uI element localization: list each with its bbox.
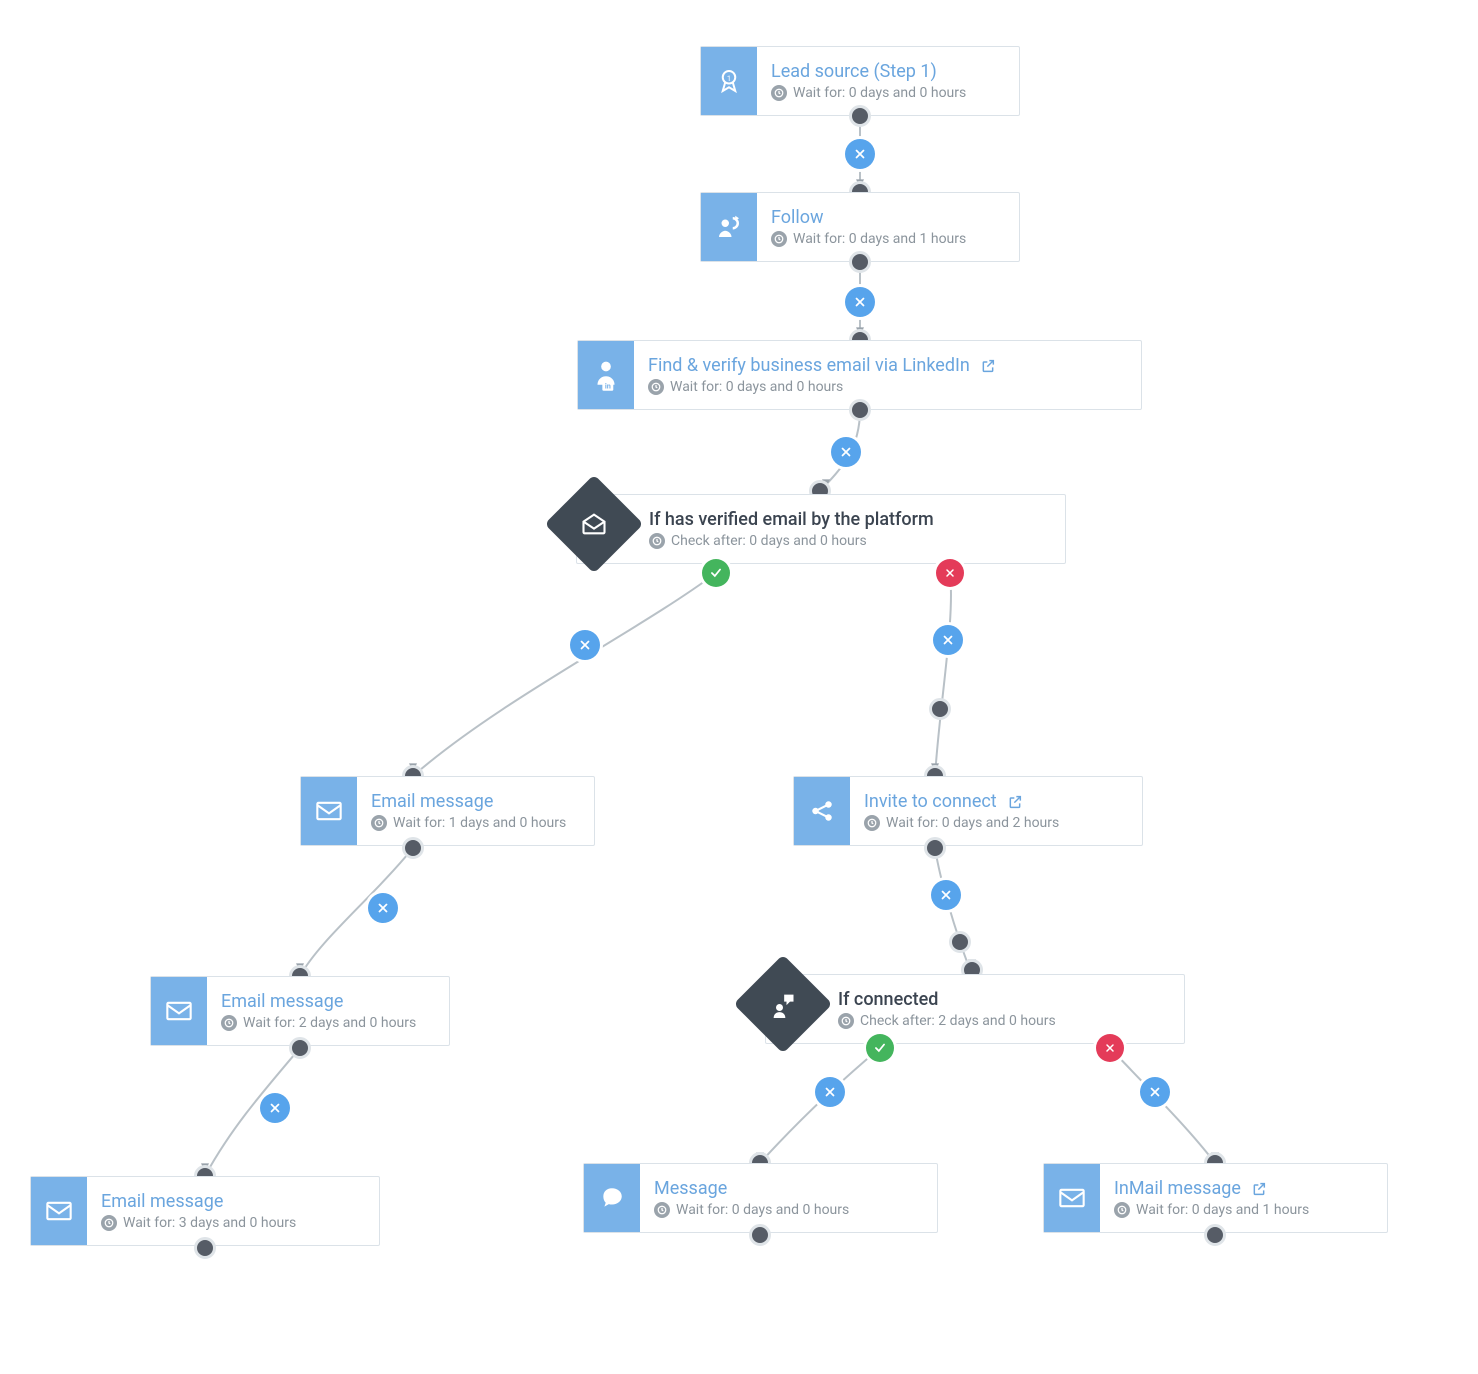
clock-icon (838, 1013, 854, 1029)
node-title: InMail message (1114, 1178, 1241, 1201)
delete-edge-button[interactable] (845, 139, 875, 169)
external-link-icon[interactable] (1251, 1181, 1267, 1197)
port-out[interactable] (1204, 1224, 1226, 1246)
node-subtitle: Wait for: 0 days and 1 hours (1136, 1202, 1309, 1218)
external-link-icon[interactable] (980, 358, 996, 374)
node-title: Lead source (Step 1) (771, 61, 937, 84)
condition-yes-badge[interactable] (702, 559, 730, 587)
node-subtitle: Wait for: 0 days and 0 hours (793, 85, 966, 101)
node-invite-to-connect[interactable]: Invite to connect Wait for: 0 days and 2… (793, 776, 1143, 846)
condition-no-badge[interactable] (936, 559, 964, 587)
node-email-2[interactable]: Email message Wait for: 2 days and 0 hou… (150, 976, 450, 1046)
node-subtitle: Wait for: 0 days and 2 hours (886, 815, 1059, 831)
clock-icon (101, 1215, 117, 1231)
delete-edge-button[interactable] (1140, 1077, 1170, 1107)
port-out[interactable] (749, 1224, 771, 1246)
port-out[interactable] (924, 837, 946, 859)
delete-edge-button[interactable] (831, 437, 861, 467)
delete-edge-button[interactable] (260, 1093, 290, 1123)
node-subtitle: Wait for: 1 days and 0 hours (393, 815, 566, 831)
node-subtitle: Wait for: 0 days and 0 hours (670, 379, 843, 395)
external-link-icon[interactable] (1007, 794, 1023, 810)
port-out[interactable] (849, 105, 871, 127)
envelope-icon (301, 777, 357, 845)
delete-edge-button[interactable] (931, 880, 961, 910)
node-title: Find & verify business email via LinkedI… (648, 355, 970, 378)
envelope-icon (151, 977, 207, 1045)
clock-icon (371, 815, 387, 831)
node-title: If has verified email by the platform (649, 509, 934, 532)
node-email-3[interactable]: Email message Wait for: 3 days and 0 hou… (30, 1176, 380, 1246)
share-icon (794, 777, 850, 845)
delete-edge-button[interactable] (933, 625, 963, 655)
port-out[interactable] (194, 1237, 216, 1259)
delete-edge-button[interactable] (815, 1077, 845, 1107)
node-condition-connected[interactable]: If connected Check after: 2 days and 0 h… (765, 974, 1185, 1044)
delete-edge-button[interactable] (845, 287, 875, 317)
clock-icon (1114, 1202, 1130, 1218)
node-condition-has-email[interactable]: If has verified email by the platform Ch… (576, 494, 1066, 564)
delete-edge-button[interactable] (368, 893, 398, 923)
node-title: Email message (371, 791, 493, 814)
port-out[interactable] (402, 837, 424, 859)
clock-icon (864, 815, 880, 831)
condition-yes-badge[interactable] (866, 1034, 894, 1062)
node-email-1[interactable]: Email message Wait for: 1 days and 0 hou… (300, 776, 595, 846)
svg-text:in: in (605, 381, 611, 390)
chat-bubble-icon (584, 1164, 640, 1232)
svg-text:1: 1 (727, 74, 731, 83)
node-title: Invite to connect (864, 791, 997, 814)
node-title: Follow (771, 207, 824, 230)
linkedin-user-icon: in (578, 341, 634, 409)
chat-user-icon (734, 955, 833, 1054)
badge-icon: 1 (701, 47, 757, 115)
node-subtitle: Wait for: 3 days and 0 hours (123, 1215, 296, 1231)
node-message[interactable]: Message Wait for: 0 days and 0 hours (583, 1163, 938, 1233)
node-title: Email message (221, 991, 343, 1014)
clock-icon (771, 231, 787, 247)
node-subtitle: Wait for: 2 days and 0 hours (243, 1015, 416, 1031)
node-title: If connected (838, 989, 938, 1012)
node-title: Email message (101, 1191, 223, 1214)
clock-icon (648, 379, 664, 395)
node-subtitle: Check after: 2 days and 0 hours (860, 1013, 1056, 1029)
workflow-canvas: ▾ ▾ ▾ ▾ ▾ ▾ ▾ ▾ ▾ ▾ 1 Lead source (Step … (0, 0, 1478, 1374)
envelope-icon (1044, 1164, 1100, 1232)
delete-edge-button[interactable] (570, 630, 600, 660)
follow-icon (701, 193, 757, 261)
condition-no-badge[interactable] (1096, 1034, 1124, 1062)
node-title: Message (654, 1178, 727, 1201)
envelope-open-icon (545, 475, 644, 574)
edge-midpoint[interactable] (929, 698, 951, 720)
node-inmail[interactable]: InMail message Wait for: 0 days and 1 ho… (1043, 1163, 1388, 1233)
port-out[interactable] (849, 251, 871, 273)
port-out[interactable] (849, 399, 871, 421)
edge-midpoint[interactable] (949, 931, 971, 953)
node-subtitle: Wait for: 0 days and 0 hours (676, 1202, 849, 1218)
clock-icon (221, 1015, 237, 1031)
clock-icon (771, 85, 787, 101)
clock-icon (649, 533, 665, 549)
envelope-icon (31, 1177, 87, 1245)
port-out[interactable] (289, 1037, 311, 1059)
clock-icon (654, 1202, 670, 1218)
node-subtitle: Wait for: 0 days and 1 hours (793, 231, 966, 247)
node-subtitle: Check after: 0 days and 0 hours (671, 533, 867, 549)
